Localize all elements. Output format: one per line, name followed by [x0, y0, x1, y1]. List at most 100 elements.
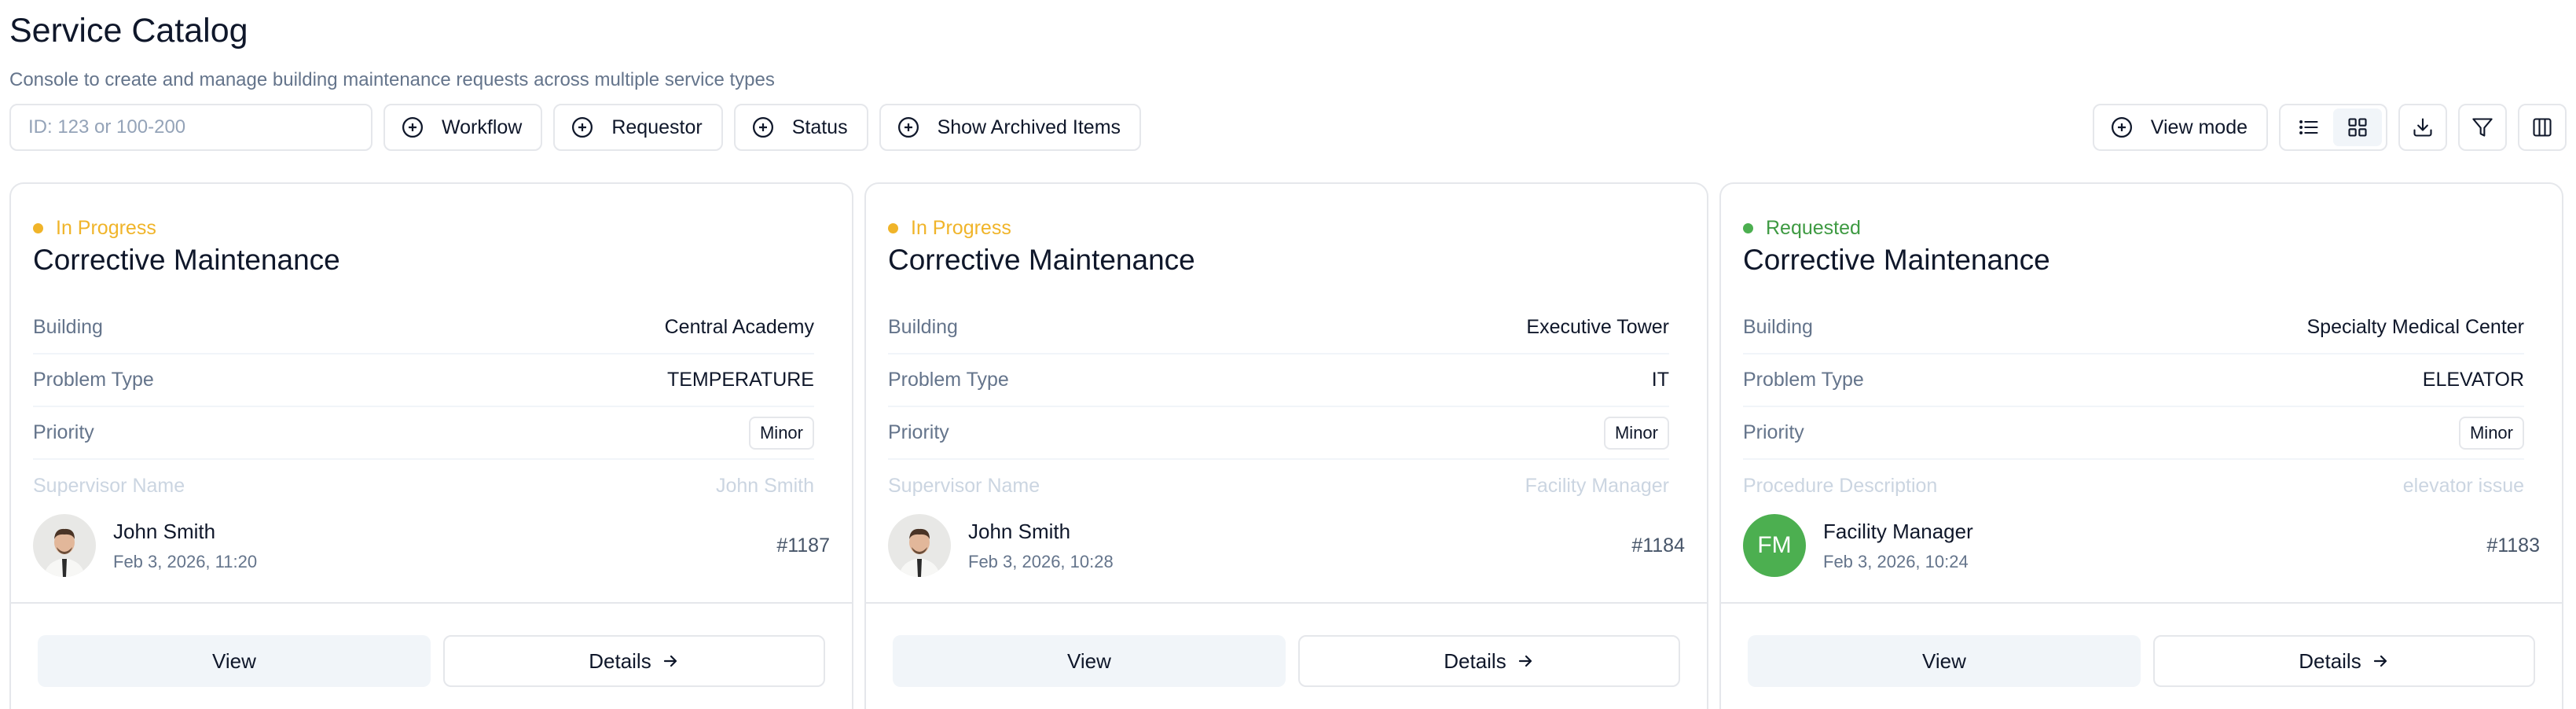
filter-icon — [2472, 118, 2493, 137]
page-title: Service Catalog — [9, 12, 248, 50]
card-actions: View Details — [1748, 635, 2535, 687]
requestor-filter-label: Requestor — [611, 116, 703, 138]
card-details: Building Central Academy Problem Type TE… — [33, 302, 814, 512]
view-toggle — [2279, 104, 2387, 151]
view-mode-button[interactable]: View mode — [2092, 104, 2268, 151]
workflow-filter-button[interactable]: Workflow — [383, 104, 543, 151]
filter-button[interactable] — [2458, 104, 2507, 151]
status-filter-button[interactable]: Status — [733, 104, 868, 151]
card-actions: View Details — [893, 635, 1680, 687]
status-label: In Progress — [56, 217, 156, 239]
detail-row: Priority Minor — [1743, 407, 2524, 460]
plus-circle-icon — [897, 117, 919, 138]
show-archived-button[interactable]: Show Archived Items — [879, 104, 1142, 151]
detail-row: Problem Type IT — [888, 354, 1669, 407]
view-button[interactable]: View — [38, 635, 431, 687]
detail-value: IT — [1651, 369, 1669, 391]
requestor-name: John Smith — [968, 519, 1071, 543]
status-dot — [1743, 223, 1753, 233]
status-indicator: Requested — [1743, 217, 1861, 240]
card-title: Corrective Maintenance — [33, 244, 340, 276]
request-card: In Progress Corrective Maintenance Build… — [9, 182, 853, 709]
list-view-button[interactable] — [2284, 108, 2333, 146]
list-icon — [2299, 120, 2318, 134]
detail-value: Executive Tower — [1526, 316, 1669, 338]
details-label: Details — [589, 648, 651, 673]
card-details: Building Executive Tower Problem Type IT… — [888, 302, 1669, 512]
detail-value: Facility Manager — [1525, 475, 1669, 497]
detail-key: Procedure Description — [1743, 475, 1938, 497]
detail-value: Specialty Medical Center — [2306, 316, 2524, 338]
plus-circle-icon — [752, 117, 773, 138]
status-filter-label: Status — [791, 116, 848, 138]
columns-icon — [2533, 118, 2552, 137]
details-button[interactable]: Details — [1297, 635, 1680, 687]
status-label: In Progress — [911, 217, 1011, 239]
card-actions: View Details — [38, 635, 825, 687]
detail-row: Problem Type TEMPERATURE — [33, 354, 814, 407]
detail-row: Building Executive Tower — [888, 302, 1669, 354]
detail-key: Building — [33, 316, 103, 338]
detail-key: Supervisor Name — [33, 475, 185, 497]
detail-value: ELEVATOR — [2422, 369, 2524, 391]
detail-value: elevator issue — [2402, 475, 2524, 497]
requestor-info: John Smith Feb 3, 2026, 11:20 #1187 — [33, 514, 830, 577]
columns-button[interactable] — [2518, 104, 2567, 151]
detail-key: Priority — [33, 421, 94, 443]
detail-key: Problem Type — [888, 369, 1009, 391]
status-indicator: In Progress — [33, 217, 156, 240]
detail-value: Central Academy — [664, 316, 814, 338]
priority-badge: Minor — [1603, 416, 1669, 450]
card-divider — [1721, 602, 2562, 604]
details-button[interactable]: Details — [442, 635, 825, 687]
download-button[interactable] — [2398, 104, 2447, 151]
plus-circle-icon — [2111, 117, 2132, 138]
detail-key: Problem Type — [33, 369, 154, 391]
plus-circle-icon — [572, 117, 593, 138]
detail-row: Supervisor Name Facility Manager — [888, 460, 1669, 512]
requestor-text: John Smith Feb 3, 2026, 10:28 — [968, 520, 1631, 572]
priority-badge: Minor — [748, 416, 814, 450]
detail-key: Priority — [1743, 421, 1804, 443]
details-button[interactable]: Details — [2152, 635, 2535, 687]
avatar — [33, 514, 96, 577]
status-label: Requested — [1766, 217, 1861, 239]
request-id: #1187 — [776, 534, 830, 557]
plus-circle-icon — [402, 117, 423, 138]
requestor-text: Facility Manager Feb 3, 2026, 10:24 — [1823, 520, 2486, 572]
request-date: Feb 3, 2026, 10:24 — [1823, 551, 1969, 571]
detail-key: Building — [888, 316, 958, 338]
view-button[interactable]: View — [1748, 635, 2141, 687]
detail-key: Supervisor Name — [888, 475, 1040, 497]
request-date: Feb 3, 2026, 10:28 — [968, 551, 1114, 571]
priority-badge: Minor — [2458, 416, 2524, 450]
detail-row: Building Specialty Medical Center — [1743, 302, 2524, 354]
status-dot — [888, 223, 898, 233]
status-dot — [33, 223, 43, 233]
requestor-filter-button[interactable]: Requestor — [553, 104, 723, 151]
detail-value: TEMPERATURE — [666, 369, 814, 391]
page-subtitle: Console to create and manage building ma… — [9, 69, 775, 90]
detail-row: Procedure Description elevator issue — [1743, 460, 2524, 512]
view-button[interactable]: View — [893, 635, 1286, 687]
request-card-grid: In Progress Corrective Maintenance Build… — [9, 182, 2574, 709]
request-id: #1183 — [2486, 534, 2540, 557]
arrow-right-icon — [1518, 655, 1532, 667]
page-header: Service Catalog Console to create and ma… — [9, 9, 775, 91]
requestor-text: John Smith Feb 3, 2026, 11:20 — [113, 520, 776, 572]
id-search-input[interactable] — [9, 104, 372, 151]
grid-view-button[interactable] — [2333, 108, 2382, 146]
detail-row: Priority Minor — [888, 407, 1669, 460]
requestor-info: John Smith Feb 3, 2026, 10:28 #1184 — [888, 514, 1685, 577]
show-archived-label: Show Archived Items — [937, 116, 1121, 138]
detail-row: Problem Type ELEVATOR — [1743, 354, 2524, 407]
avatar — [888, 514, 951, 577]
download-icon — [2413, 118, 2432, 137]
requestor-info: FM Facility Manager Feb 3, 2026, 10:24 #… — [1743, 514, 2540, 577]
view-mode-label: View mode — [2150, 116, 2248, 138]
request-card: Requested Corrective Maintenance Buildin… — [1719, 182, 2563, 709]
detail-key: Building — [1743, 316, 1813, 338]
detail-row: Priority Minor — [33, 407, 814, 460]
detail-row: Building Central Academy — [33, 302, 814, 354]
details-label: Details — [2299, 648, 2361, 673]
